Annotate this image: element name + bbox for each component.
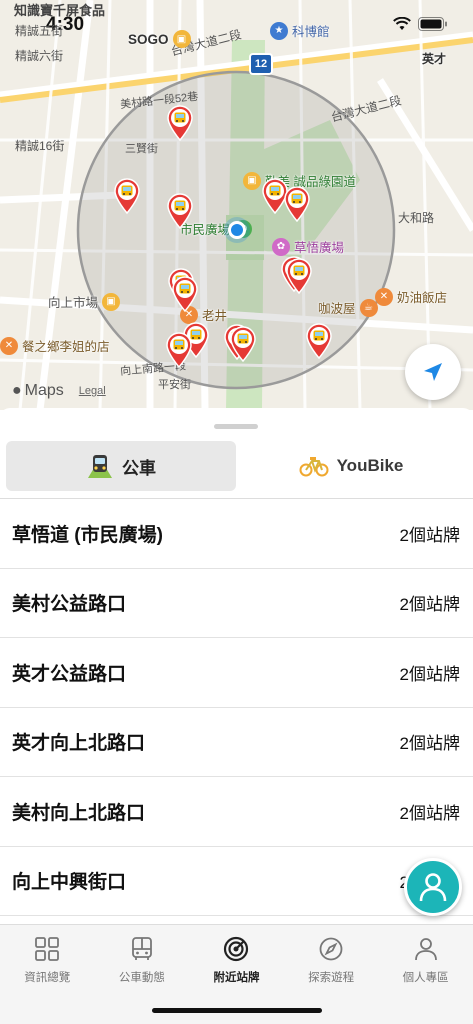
street-label: 三賢街 [125, 143, 158, 155]
tab-bus[interactable]: 公車 [6, 441, 236, 491]
home-indicator[interactable] [152, 1008, 322, 1013]
bus-stop-pin[interactable] [171, 276, 199, 313]
poi-xiangshang-market[interactable]: 向上市場 ▣ [48, 292, 121, 311]
stop-name: 向上中興街口 [12, 872, 127, 894]
stop-row[interactable]: 美村公益路口 2個站牌 [0, 569, 473, 638]
stop-row[interactable]: 草悟道 (市民廣場) 2個站牌 [0, 499, 473, 569]
poi-museum-label: 科博館 [292, 25, 330, 39]
bus-stop-pin[interactable] [166, 193, 194, 230]
stop-name: 英才公益路口 [12, 663, 127, 685]
wifi-icon [393, 17, 411, 30]
bus-stop-pin[interactable] [229, 326, 257, 363]
tab-compass[interactable]: 探索遊程 [284, 925, 379, 989]
poi-cafe[interactable]: 咖波屋 ☕ [318, 298, 378, 317]
poi-auntie-li[interactable]: ✕ 餐之鄉李姐的店 [0, 336, 110, 355]
tab-label: 附近站牌 [213, 972, 260, 984]
stop-name: 英才向上北路口 [12, 733, 146, 755]
transport-segmented-control: 公車 YouBike [6, 441, 466, 491]
profile-fab[interactable] [404, 858, 462, 916]
battery-icon [418, 17, 447, 31]
stop-count: 2個站牌 [399, 664, 460, 684]
tab-label: 個人專區 [402, 972, 449, 984]
poi-cafe-label: 咖波屋 [318, 302, 356, 316]
person-icon [419, 873, 447, 902]
tab-youbike-label: YouBike [336, 456, 404, 475]
street-label: 精誠16街 [15, 139, 65, 153]
street-label: 知識寶千屏食品 [14, 3, 106, 18]
stop-count: 2個站牌 [399, 803, 460, 823]
stop-name: 草悟道 (市民廣場) [12, 524, 163, 546]
bicycle-icon [299, 457, 329, 477]
shopping-bag-icon: ▣ [243, 171, 261, 190]
stop-row[interactable]: 美村向上北路口 2個站牌 [0, 777, 473, 847]
fork-knife-icon: ✕ [375, 287, 393, 306]
bus-stop-pin[interactable] [166, 105, 194, 142]
compass-icon [318, 936, 344, 965]
shopping-bag-icon: ▣ [102, 292, 121, 311]
street-label: 平安街 [158, 379, 191, 391]
bus-icon [129, 936, 155, 965]
shopping-bag-icon: ▣ [172, 30, 191, 48]
location-arrow-icon [424, 363, 442, 381]
stop-name: 美村向上北路口 [12, 802, 146, 824]
bus-front-icon [88, 455, 112, 478]
tab-grid[interactable]: 資訊總覽 [0, 925, 95, 989]
nearby-sheet: 公車 YouBike 草悟道 (市民廣場) 2個站牌 美村公益路口 2個站牌 英才公益路… [0, 408, 473, 928]
tab-bus-label: 公車 [122, 458, 156, 478]
bottom-tab-bar: 資訊總覽 公車動態 附近站牌 探索遊程 個人專區 [0, 924, 473, 1024]
star-icon: ★ [270, 21, 288, 40]
sheet-grabber[interactable] [214, 424, 258, 429]
stop-row[interactable]: 向上中興街口2個站牌 [0, 847, 473, 916]
poi-yingcai: 英才 [422, 50, 446, 67]
poi-museum[interactable]: ★ 科博館 [270, 21, 330, 40]
locate-me-button[interactable] [405, 344, 461, 400]
tab-label: 資訊總覽 [24, 972, 71, 984]
fork-knife-icon: ✕ [0, 336, 18, 355]
stop-name: 美村公益路口 [12, 594, 127, 616]
bus-stop-pin[interactable] [283, 186, 311, 223]
user-location-dot [228, 221, 246, 239]
bus-stop-pin[interactable] [305, 323, 333, 360]
tab-youbike[interactable]: YouBike [236, 441, 466, 491]
poi-auntie-li-label: 餐之鄉李姐的店 [22, 340, 110, 354]
bus-stop-pin[interactable] [165, 332, 193, 369]
tab-person[interactable]: 個人專區 [378, 925, 473, 989]
poi-xiangshang-market-label: 向上市場 [48, 296, 99, 310]
legal-link[interactable]: Legal [79, 385, 106, 397]
bus-stop-pin[interactable] [113, 178, 141, 215]
stop-count: 2個站牌 [399, 525, 460, 545]
stop-count: 2個站牌 [399, 734, 460, 754]
poi-sogo[interactable]: SOGO ▣ [128, 30, 191, 48]
tab-label: 公車動態 [118, 972, 165, 984]
stop-list: 草悟道 (市民廣場) 2個站牌 美村公益路口 2個站牌 英才公益路口 2個站牌 英才向上北路… [0, 499, 473, 916]
map-view[interactable]: 4:30 知識寶千屏食品 精誠五街 精誠六街 精誠16街 台灣大道二段 台灣大道… [0, 0, 473, 410]
nearby-icon [223, 936, 249, 965]
highway-shield: 12 [249, 53, 273, 75]
poi-caowu-square[interactable]: ✿ 草悟廣場 [272, 237, 344, 256]
grid-icon [34, 936, 60, 965]
poi-yingcai-label: 英才 [422, 52, 447, 66]
stop-count: 2個站牌 [399, 595, 460, 615]
street-label: 精誠六街 [15, 49, 64, 63]
poi-sogo-label: SOGO [128, 31, 169, 47]
stop-row[interactable]: 英才公益路口 2個站牌 [0, 638, 473, 708]
apple-logo-icon: ● [12, 382, 22, 399]
person-icon [413, 936, 439, 965]
maps-text: Maps [24, 382, 64, 399]
bus-stop-pin[interactable] [285, 258, 313, 295]
poi-butter-store-label: 奶油飯店 [397, 291, 448, 305]
street-label: 大和路 [398, 211, 435, 225]
tab-nearby[interactable]: 附近站牌 [189, 925, 284, 989]
poi-butter-store[interactable]: ✕ 奶油飯店 [375, 287, 447, 306]
maps-attribution[interactable]: ● Maps Legal [12, 382, 106, 400]
tab-bus[interactable]: 公車動態 [95, 925, 190, 989]
stop-row[interactable]: 英才向上北路口 2個站牌 [0, 708, 473, 777]
street-label: 精誠五街 [15, 24, 64, 38]
tab-label: 探索遊程 [308, 972, 355, 984]
flower-icon: ✿ [272, 237, 290, 256]
poi-caowu-square-label: 草悟廣場 [294, 241, 345, 255]
